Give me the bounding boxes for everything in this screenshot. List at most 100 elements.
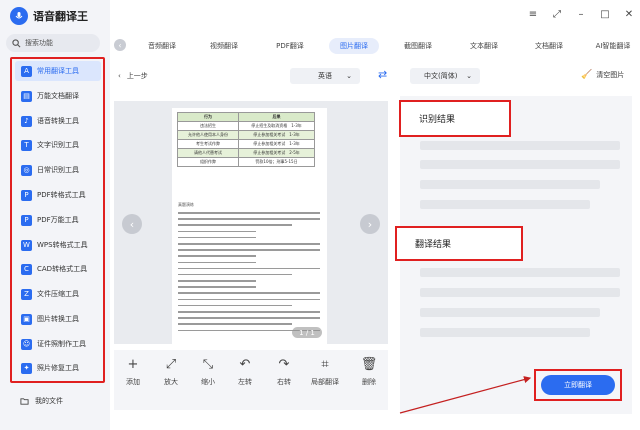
- rotate-right-label: 右转: [277, 378, 291, 386]
- sidebar-item-label: 日常识别工具: [37, 166, 79, 174]
- target-language-select[interactable]: 中文(简体) ⌄: [410, 68, 480, 84]
- image-tools-bar: + 添加 ⤢ 放大 ⤡ 缩小 ↶ 左转 ↷ 右转 ⌗ 局部翻译 🗑 删除: [114, 350, 388, 410]
- fullscreen-icon[interactable]: ⤢: [552, 10, 562, 20]
- chevron-down-icon: ⌄: [346, 72, 352, 80]
- sidebar-item-cad-convert[interactable]: C CAD转格式工具: [15, 259, 101, 279]
- sidebar-item-photo-repair[interactable]: ✦ 照片修复工具: [15, 358, 101, 378]
- menu-icon[interactable]: ≡: [528, 10, 538, 20]
- text-line: [178, 242, 320, 245]
- shrink-icon: ⤡: [202, 357, 214, 372]
- broom-icon: 🧹: [581, 70, 593, 80]
- translation-result-heading: 翻译结果: [395, 226, 523, 261]
- id-photo-icon: ☺: [21, 338, 32, 350]
- zoom-in-label: 放大: [164, 378, 178, 386]
- back-label: 上一步: [126, 72, 148, 80]
- rotate-right-button[interactable]: ↷ 右转: [267, 358, 301, 387]
- text-line: [178, 286, 257, 288]
- text-line: [178, 230, 257, 233]
- sidebar-item-wps-convert[interactable]: W WPS转格式工具: [15, 235, 101, 255]
- translation-result-title: 翻译结果: [415, 240, 452, 250]
- pdf-tool-icon: P: [21, 214, 32, 226]
- delete-button[interactable]: 🗑 删除: [352, 358, 386, 387]
- rotate-left-button[interactable]: ↶ 左转: [228, 358, 262, 387]
- add-label: 添加: [126, 378, 140, 386]
- sidebar-item-label: 文字识别工具: [37, 141, 79, 149]
- partial-translate-button[interactable]: ⌗ 局部翻译: [308, 358, 342, 387]
- source-language-value: 英语: [318, 72, 332, 80]
- expand-icon: ⤢: [165, 357, 177, 372]
- cad-convert-icon: C: [21, 263, 32, 275]
- sidebar-item-image-convert[interactable]: ▣ 图片转换工具: [15, 309, 101, 329]
- table-cell: 违法招生: [176, 121, 240, 131]
- text-line: [178, 292, 320, 295]
- zoom-in-button[interactable]: ⤢ 放大: [154, 358, 188, 387]
- translation-tabs: ‹ 音频翻译 视频翻译 PDF翻译 图片翻译 截图翻译 文本翻译 文档翻译 AI…: [110, 36, 640, 56]
- photo-repair-icon: ✦: [21, 362, 32, 374]
- compress-icon: Z: [21, 288, 32, 300]
- sidebar-item-voice-convert[interactable]: ♪ 语音转换工具: [15, 111, 101, 131]
- folder-icon: [20, 397, 29, 405]
- sidebar-item-label: 万能文档翻译: [37, 92, 79, 100]
- tab-image[interactable]: 图片翻译: [329, 38, 379, 54]
- next-image-button[interactable]: ›: [360, 214, 380, 234]
- clear-images-button[interactable]: 🧹 清空图片: [581, 70, 624, 80]
- text-line: [178, 323, 292, 325]
- close-icon[interactable]: ✕: [624, 10, 634, 20]
- tab-pdf[interactable]: PDF翻译: [265, 38, 315, 54]
- sidebar-item-id-photo[interactable]: ☺ 证件照制作工具: [15, 334, 101, 354]
- tab-screenshot[interactable]: 截图翻译: [393, 38, 443, 54]
- sidebar-item-text-recognition[interactable]: T 文字识别工具: [15, 135, 101, 155]
- table-cell: 组织作弊: [176, 157, 240, 167]
- translate-now-button[interactable]: 立即翻译: [541, 375, 615, 395]
- search-icon: [12, 38, 21, 47]
- add-button[interactable]: + 添加: [116, 358, 150, 387]
- source-language-select[interactable]: 英语 ⌄: [290, 68, 360, 84]
- swap-language-icon[interactable]: ⇄: [378, 68, 387, 81]
- tool-category-list: A 常用翻译工具 ▤ 万能文档翻译 ♪ 语音转换工具 T 文字识别工具 ◎ 日常识别工具 …: [10, 57, 105, 383]
- tab-audio[interactable]: 音频翻译: [138, 38, 186, 54]
- sidebar-item-pdf-tools[interactable]: P PDF万能工具: [15, 210, 101, 230]
- placeholder-line: [420, 200, 590, 209]
- search-placeholder[interactable]: 搜索功能: [25, 38, 53, 48]
- sidebar-item-label: PDF万能工具: [37, 216, 79, 224]
- tab-text[interactable]: 文本翻译: [459, 38, 509, 54]
- table-cell: 请他人代替考试: [176, 148, 240, 158]
- translate-icon: A: [21, 65, 32, 77]
- text-line: [178, 261, 257, 264]
- maximize-icon[interactable]: □: [600, 10, 610, 20]
- my-files-link[interactable]: 我的文件: [20, 396, 63, 406]
- sidebar-item-label: 文件压缩工具: [37, 290, 79, 298]
- trash-icon: 🗑: [360, 357, 378, 372]
- placeholder-line: [420, 288, 620, 297]
- text-line: [178, 249, 320, 251]
- tab-scroll-left-icon[interactable]: ‹: [114, 39, 126, 51]
- search-box[interactable]: 搜索功能: [6, 34, 100, 52]
- zoom-out-button[interactable]: ⤡ 缩小: [191, 358, 225, 387]
- table-cell: 停止参加相关考试 2-5年: [238, 148, 315, 158]
- sidebar-item-pdf-convert[interactable]: P PDF转格式工具: [15, 185, 101, 205]
- tab-ai[interactable]: AI智能翻译: [586, 38, 640, 54]
- minimize-icon[interactable]: –: [576, 10, 586, 20]
- document-table: 行为 后果 违法招生 停止招生及取消资格 1-3年 允许他人使用本人身份 停止参加相…: [176, 112, 315, 167]
- my-files-label: 我的文件: [35, 397, 63, 405]
- sidebar-item-common-translate[interactable]: A 常用翻译工具: [15, 61, 101, 81]
- text-line: [178, 218, 320, 220]
- daily-recognition-icon: ◎: [21, 164, 32, 176]
- back-button[interactable]: ‹ 上一步: [118, 71, 148, 81]
- sidebar-item-document-translate[interactable]: ▤ 万能文档翻译: [15, 86, 101, 106]
- table-header: 行为: [176, 112, 240, 122]
- app-name: 语音翻译王: [33, 10, 88, 23]
- sidebar-item-label: 语音转换工具: [37, 117, 79, 125]
- text-line: [178, 304, 292, 307]
- delete-label: 删除: [362, 378, 376, 386]
- rotate-right-icon: ↷: [278, 357, 290, 372]
- document-section-label: 真题演练: [178, 202, 194, 207]
- tab-video[interactable]: 视频翻译: [200, 38, 248, 54]
- sidebar-item-daily-recognition[interactable]: ◎ 日常识别工具: [15, 160, 101, 180]
- placeholder-line: [420, 268, 620, 277]
- tab-doc[interactable]: 文档翻译: [524, 38, 574, 54]
- sidebar-item-label: PDF转格式工具: [37, 191, 86, 199]
- table-cell: 允许他人使用本人身份: [176, 130, 240, 140]
- sidebar-item-compress[interactable]: Z 文件压缩工具: [15, 284, 101, 304]
- prev-image-button[interactable]: ‹: [122, 214, 142, 234]
